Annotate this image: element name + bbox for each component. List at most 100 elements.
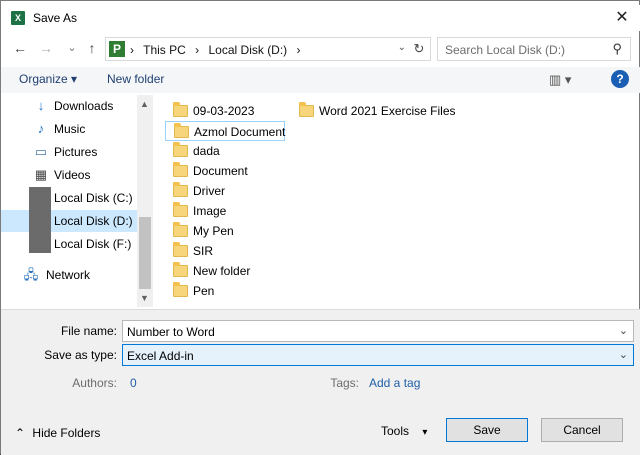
file-name-label: Document: [193, 164, 248, 178]
list-item[interactable]: Word 2021 Exercise Files: [291, 101, 456, 121]
chevron-down-icon[interactable]: ⌄: [619, 348, 628, 361]
view-options-icon[interactable]: ▥ ▾: [549, 72, 571, 88]
list-item[interactable]: Pen: [165, 281, 285, 301]
scroll-up-icon[interactable]: ▲: [140, 99, 149, 109]
file-name-label: dada: [193, 144, 220, 158]
new-folder-button[interactable]: New folder: [107, 72, 164, 86]
navigation-bar: ← → ⌄ ↑ P › This PC › Local Disk (D:) › …: [1, 35, 640, 63]
folder-icon: [174, 123, 189, 138]
up-arrow-icon[interactable]: ↑: [83, 39, 101, 57]
scrollbar-thumb[interactable]: [139, 217, 151, 289]
breadcrumb: › This PC › Local Disk (D:) ›: [130, 43, 307, 57]
recent-locations-icon[interactable]: ⌄: [63, 39, 81, 57]
forward-arrow-icon[interactable]: →: [37, 39, 55, 57]
command-bar: Organize ▾ New folder ▥ ▾ ?: [1, 67, 640, 93]
search-input[interactable]: Search Local Disk (D:): [445, 43, 565, 57]
help-icon[interactable]: ?: [611, 70, 629, 88]
refresh-icon[interactable]: ↻: [411, 41, 427, 57]
search-box[interactable]: Search Local Disk (D:) ⚲: [437, 37, 631, 61]
network-icon: 🖧: [23, 267, 39, 282]
save-as-type-select[interactable]: Excel Add-in ⌄: [122, 344, 634, 366]
tools-button[interactable]: Tools ▾: [381, 424, 427, 438]
close-icon[interactable]: ✕: [609, 7, 635, 29]
dropdown-arrow-icon: ▾: [422, 427, 428, 438]
search-icon: ⚲: [612, 41, 622, 56]
breadcrumb-local-disk-d[interactable]: Local Disk (D:): [209, 43, 288, 57]
file-name-label: Word 2021 Exercise Files: [319, 104, 456, 118]
tools-label: Tools: [381, 424, 410, 438]
authors-value[interactable]: 0: [130, 376, 137, 390]
breadcrumb-separator[interactable]: ›: [297, 43, 301, 57]
sidebar-item-label: Videos: [54, 168, 91, 182]
sidebar-item-label: Downloads: [54, 99, 114, 113]
save-as-type-value[interactable]: Excel Add-in: [127, 349, 194, 363]
folder-icon: [173, 282, 188, 297]
folder-icon: [173, 182, 188, 197]
chevron-down-icon[interactable]: ⌄: [398, 42, 406, 53]
drive-icon: [29, 187, 51, 253]
save-button[interactable]: Save: [446, 418, 528, 442]
sidebar-item-pictures[interactable]: ▭ Pictures: [1, 141, 137, 163]
file-name-value[interactable]: Number to Word: [127, 325, 215, 339]
list-item[interactable]: My Pen: [165, 221, 285, 241]
chevron-down-icon[interactable]: ⌄: [619, 324, 628, 337]
list-item[interactable]: 09-03-2023: [165, 101, 285, 121]
pictures-icon: ▭: [34, 144, 48, 159]
file-name-label: SIR: [193, 244, 214, 258]
add-tag-link[interactable]: Add a tag: [369, 376, 420, 390]
file-name-label: Driver: [193, 184, 225, 198]
file-name-label: Image: [193, 204, 227, 218]
folder-icon: [173, 222, 188, 237]
folder-icon: [299, 102, 314, 117]
cancel-button[interactable]: Cancel: [541, 418, 623, 442]
tags-label: Tags:: [330, 376, 359, 390]
list-item[interactable]: New folder: [165, 261, 285, 281]
navigation-pane: ↓ Downloads ♪ Music ▭ Pictures ▦ Videos …: [1, 95, 153, 307]
sidebar-item-network[interactable]: 🖧 Network: [1, 264, 137, 286]
sidebar-item-label: Local Disk (F:): [54, 237, 132, 251]
sidebar-item-downloads[interactable]: ↓ Downloads: [1, 95, 137, 117]
folder-icon: [173, 102, 188, 117]
save-as-type-label: Save as type:: [44, 348, 117, 362]
excel-app-icon: X: [11, 11, 25, 25]
folder-icon: [173, 142, 188, 157]
file-name-label: My Pen: [193, 224, 234, 238]
back-arrow-icon[interactable]: ←: [11, 39, 29, 57]
sidebar-item-local-disk-d[interactable]: Local Disk (D:): [1, 210, 137, 232]
music-icon: ♪: [37, 121, 45, 136]
list-item[interactable]: Driver: [165, 181, 285, 201]
save-as-dialog: X Save As ✕ ← → ⌄ ↑ P › This PC › Local …: [0, 0, 640, 455]
navigation-scrollbar[interactable]: ▲ ▼: [137, 95, 153, 307]
list-item[interactable]: Image: [165, 201, 285, 221]
sidebar-item-label: Local Disk (D:): [54, 214, 133, 228]
file-name-label: File name:: [60, 324, 117, 338]
save-options-panel: File name: Number to Word ⌄ Save as type…: [1, 309, 640, 455]
breadcrumb-this-pc[interactable]: This PC: [143, 43, 186, 57]
sidebar-item-music[interactable]: ♪ Music: [1, 118, 137, 140]
sidebar-item-local-disk-f[interactable]: Local Disk (F:): [1, 233, 137, 255]
organize-button[interactable]: Organize ▾: [19, 72, 77, 86]
sidebar-item-label: Pictures: [54, 145, 98, 159]
file-name-field[interactable]: Number to Word ⌄: [122, 320, 634, 342]
dialog-title: Save As: [33, 11, 78, 25]
file-name-label: New folder: [193, 264, 251, 278]
hide-folders-label: Hide Folders: [32, 426, 101, 440]
folder-icon: [173, 162, 188, 177]
folder-icon: [173, 262, 188, 277]
location-icon: P: [109, 41, 125, 57]
list-item[interactable]: SIR: [165, 241, 285, 261]
scroll-down-icon[interactable]: ▼: [140, 293, 149, 303]
chevron-up-icon: ⌃: [15, 426, 26, 440]
sidebar-item-local-disk-c[interactable]: Local Disk (C:): [1, 187, 137, 209]
list-item[interactable]: Document: [165, 161, 285, 181]
list-item[interactable]: dada: [165, 141, 285, 161]
title-bar: X Save As ✕: [1, 5, 640, 31]
address-bar[interactable]: P › This PC › Local Disk (D:) › ⌄ ↻: [105, 37, 431, 61]
videos-icon: ▦: [34, 167, 48, 182]
hide-folders-button[interactable]: ⌃ Hide Folders: [15, 426, 100, 440]
breadcrumb-separator: ›: [130, 43, 134, 57]
list-item[interactable]: Azmol Document: [165, 121, 285, 141]
breadcrumb-separator: ›: [195, 43, 200, 57]
sidebar-item-videos[interactable]: ▦ Videos: [1, 164, 137, 186]
file-name-label: Pen: [193, 284, 215, 298]
